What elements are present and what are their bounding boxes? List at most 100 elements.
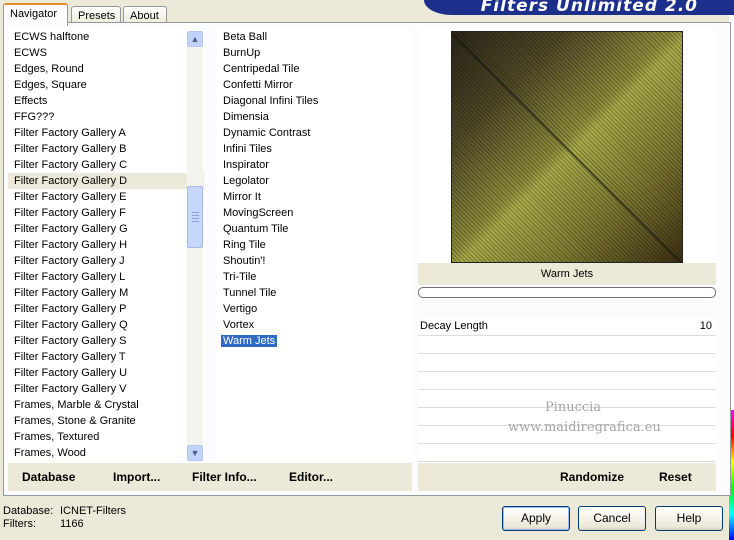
filter-item[interactable]: Mirror It [216, 189, 412, 205]
filter-item-label: BurnUp [223, 47, 261, 59]
database-button[interactable]: Database [22, 470, 75, 484]
category-item[interactable]: Frames, Textured [8, 429, 204, 445]
filter-item[interactable]: Diagonal Infini Tiles [216, 93, 412, 109]
filter-item[interactable]: Quantum Tile [216, 221, 412, 237]
category-item[interactable]: Filter Factory Gallery Q [8, 317, 204, 333]
category-item[interactable]: Filter Factory Gallery L [8, 269, 204, 285]
filter-item-label: Infini Tiles [223, 143, 272, 155]
scroll-up-button[interactable]: ▲ [187, 31, 203, 47]
watermark: Pinuccia www.maidiregrafica.eu [508, 398, 661, 438]
filter-item[interactable]: Confetti Mirror [216, 77, 412, 93]
filter-item[interactable]: Legolator [216, 173, 412, 189]
category-item[interactable]: Filter Factory Gallery P [8, 301, 204, 317]
filter-item-label: Tunnel Tile [223, 287, 277, 299]
category-item[interactable]: Filter Factory Gallery C [8, 157, 204, 173]
param-row-empty [418, 354, 716, 372]
category-item[interactable]: Edges, Round [8, 61, 204, 77]
param-name: Decay Length [420, 320, 488, 332]
category-item[interactable]: Filter Factory Gallery S [8, 333, 204, 349]
header-banner: Filters Unlimited 2.0 [424, 0, 734, 15]
filter-item[interactable]: MovingScreen [216, 205, 412, 221]
filter-item-label: Mirror It [223, 191, 261, 203]
filter-item[interactable]: Dynamic Contrast [216, 125, 412, 141]
param-row[interactable]: Decay Length 10 [418, 318, 716, 336]
filter-item[interactable]: Warm Jets [216, 333, 412, 349]
preview-image [451, 31, 683, 263]
scroll-thumb[interactable] [187, 186, 203, 248]
category-item[interactable]: Filter Factory Gallery H [8, 237, 204, 253]
database-label: Database: [3, 505, 54, 517]
filter-item[interactable]: Tri-Tile [216, 269, 412, 285]
tab-navigator[interactable]: Navigator [3, 3, 68, 26]
preview-action-bar: Randomize Reset [418, 463, 716, 491]
filter-item-label: Dynamic Contrast [223, 127, 311, 139]
progress-bar [418, 287, 716, 298]
watermark-name: Pinuccia [544, 400, 602, 415]
filter-item-label: Quantum Tile [223, 223, 289, 235]
randomize-button[interactable]: Randomize [560, 470, 624, 484]
category-item[interactable]: Filter Factory Gallery D [8, 173, 204, 189]
apply-button[interactable]: Apply [502, 506, 570, 531]
filter-list[interactable]: Beta Ball BurnUp Centripedal Tile Confetti … [216, 29, 412, 461]
category-item[interactable]: Filter Factory Gallery V [8, 381, 204, 397]
filter-item[interactable]: Vertigo [216, 301, 412, 317]
category-item[interactable]: Filter Factory Gallery J [8, 253, 204, 269]
category-item[interactable]: Filter Factory Gallery A [8, 125, 204, 141]
filter-item[interactable]: BurnUp [216, 45, 412, 61]
category-item[interactable]: Edges, Square [8, 77, 204, 93]
category-item[interactable]: Effects [8, 93, 204, 109]
category-list[interactable]: ECWS halftone ECWS Edges, Round Edges, Squa… [8, 29, 204, 461]
category-item[interactable]: ECWS halftone [8, 29, 204, 45]
help-button[interactable]: Help [655, 506, 723, 531]
scroll-down-button[interactable]: ▼ [187, 445, 203, 461]
filter-item[interactable]: Inspirator [216, 157, 412, 173]
filter-item-label: Legolator [223, 175, 269, 187]
category-item[interactable]: Filter Factory Gallery T [8, 349, 204, 365]
filter-name-label: Warm Jets [418, 263, 716, 285]
filter-item[interactable]: Beta Ball [216, 29, 412, 45]
category-item[interactable]: Filter Factory Gallery M [8, 285, 204, 301]
filter-item[interactable]: Tunnel Tile [216, 285, 412, 301]
category-scrollbar[interactable]: ▲ ▼ [187, 31, 203, 461]
filter-item[interactable]: Infini Tiles [216, 141, 412, 157]
cancel-button[interactable]: Cancel [578, 506, 646, 531]
filter-item-label: Vortex [223, 319, 255, 331]
category-item[interactable]: Frames, Marble & Crystal [8, 397, 204, 413]
category-item[interactable]: Filter Factory Gallery U [8, 365, 204, 381]
watermark-url: www.maidiregrafica.eu [508, 420, 661, 435]
reset-button[interactable]: Reset [659, 470, 692, 484]
filter-item-label: Inspirator [223, 159, 269, 171]
filter-item-label: Beta Ball [223, 31, 268, 43]
filters-count-label: Filters: [3, 518, 36, 530]
editor-button[interactable]: Editor... [289, 470, 333, 484]
filter-item[interactable]: Ring Tile [216, 237, 412, 253]
import-button[interactable]: Import... [113, 470, 160, 484]
filter-item-label: MovingScreen [223, 207, 294, 219]
filter-item-label: Vertigo [223, 303, 258, 315]
category-item[interactable]: FFG??? [8, 109, 204, 125]
database-value: ICNET-Filters [60, 505, 126, 517]
filter-item[interactable]: Centripedal Tile [216, 61, 412, 77]
filter-item-label: Diagonal Infini Tiles [223, 95, 319, 107]
database-info: Database: ICNET-Filters Filters: 1166 [3, 505, 133, 531]
category-item[interactable]: ECWS [8, 45, 204, 61]
category-item[interactable]: Frames, Stone & Granite [8, 413, 204, 429]
banner-title: Filters Unlimited 2.0 [480, 0, 698, 15]
filter-item[interactable]: Shoutin'! [216, 253, 412, 269]
param-row-empty [418, 444, 716, 462]
category-item[interactable]: Filter Factory Gallery G [8, 221, 204, 237]
category-item[interactable]: Filter Factory Gallery F [8, 205, 204, 221]
filter-item-label: Warm Jets [221, 335, 278, 347]
filter-item-label: Shoutin'! [223, 255, 266, 267]
param-value[interactable]: 10 [700, 320, 712, 332]
filter-item[interactable]: Vortex [216, 317, 412, 333]
parameters-panel: Decay Length 10 Pinuccia www.maidiregraf… [418, 318, 716, 462]
category-item[interactable]: Filter Factory Gallery B [8, 141, 204, 157]
category-item[interactable]: Frames, Wood [8, 445, 204, 461]
category-item[interactable]: Filter Factory Gallery E [8, 189, 204, 205]
filter-item[interactable]: Dimensia [216, 109, 412, 125]
filter-info-button[interactable]: Filter Info... [192, 470, 257, 484]
chevron-down-icon: ▼ [190, 448, 200, 458]
list-action-bar: Database Import... Filter Info... Editor… [8, 463, 412, 491]
filter-item-label: Dimensia [223, 111, 269, 123]
